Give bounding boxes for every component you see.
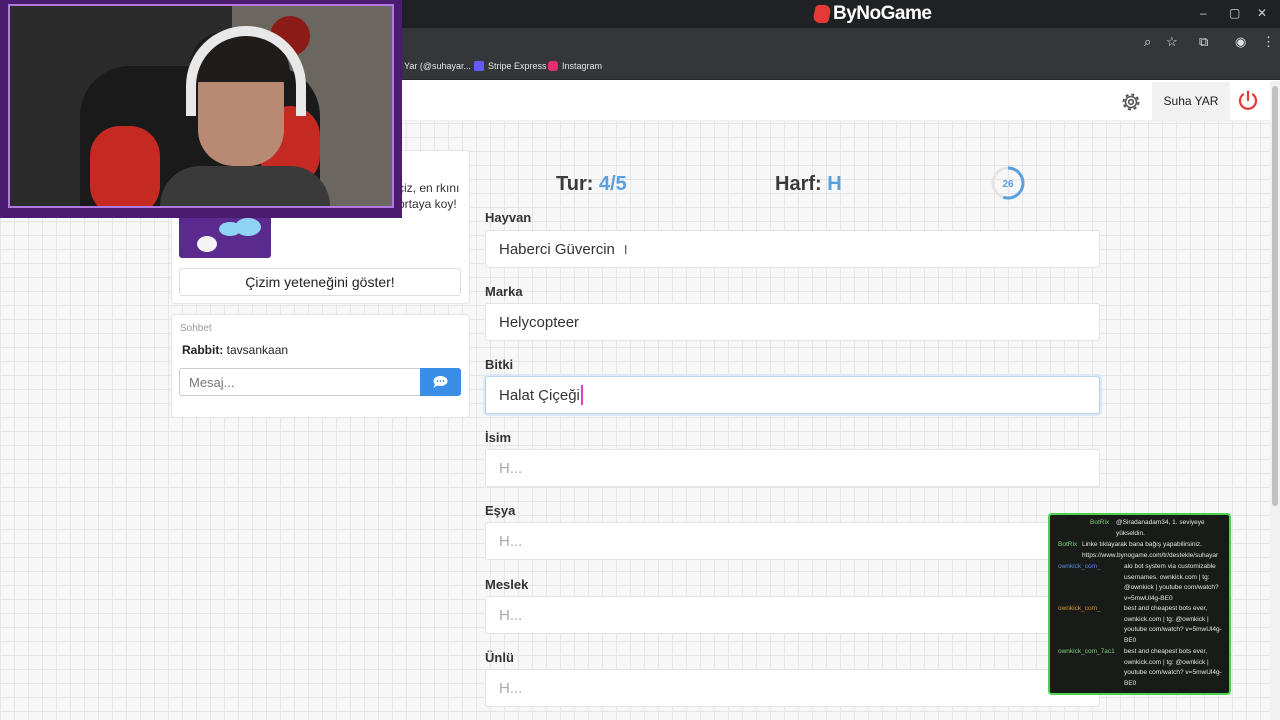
promo-text: çiz, en rkını ortaya koy! — [398, 181, 460, 211]
round-label: Tur: — [556, 173, 594, 195]
bookmark-item[interactable]: Stripe Express — [474, 61, 547, 71]
stream-chat-overlay: BotRix @Siradanadam34, 1. seviyeye yükse… — [1048, 513, 1231, 695]
letter-indicator: Harf: H — [775, 173, 842, 196]
field-label-bitki: Bitki — [485, 357, 514, 372]
text-caret — [580, 385, 583, 405]
chat-username: Rabbit: — [182, 343, 224, 357]
chat-message: Rabbit: tavsankaan — [182, 343, 288, 357]
stream-chat-text: best and cheapest bots ever, ownkick.com… — [1124, 605, 1222, 644]
field-input-unlu[interactable]: H... — [485, 669, 1100, 707]
bookmark-item[interactable]: Yar (@suhayar... — [404, 61, 471, 71]
power-icon[interactable] — [1236, 89, 1260, 113]
field-input-isim[interactable]: H... — [485, 449, 1100, 487]
field-label-esya: Eşya — [485, 503, 516, 518]
field-placeholder: H... — [499, 532, 523, 550]
field-placeholder: H... — [499, 606, 523, 624]
chat-bubble-icon — [433, 376, 448, 388]
stream-chat-user: ownkick_com_ — [1058, 605, 1101, 612]
field-label-isim: İsim — [485, 430, 512, 445]
timer-value: 26 — [1002, 179, 1014, 190]
close-window-button[interactable]: ✕ — [1257, 6, 1267, 20]
bynogame-logo-icon — [812, 5, 832, 23]
user-menu-button[interactable]: Suha YAR — [1152, 82, 1230, 120]
field-label-hayvan: Hayvan — [485, 210, 532, 225]
draw-skill-label: Çizim yeteneğini göster! — [245, 274, 395, 290]
user-name: Suha YAR — [1163, 94, 1219, 108]
field-value: Haberci Güvercin — [499, 240, 615, 258]
instagram-icon — [548, 61, 558, 71]
brand-name: ByNoGame — [833, 3, 932, 24]
text-cursor-icon: I — [623, 241, 628, 257]
round-value: 4/5 — [598, 173, 627, 195]
stream-chat-user: ownkick_com_7ac1 — [1058, 648, 1115, 655]
field-input-bitki[interactable]: Halat Çiçeği — [485, 376, 1100, 414]
chat-title: Sohbet — [180, 323, 212, 334]
stream-chat-user: BotRix — [1090, 519, 1110, 526]
bookmark-label: Instagram — [562, 61, 603, 71]
field-input-marka[interactable]: Helycopteer — [485, 303, 1100, 341]
webcam-overlay — [0, 0, 402, 218]
stream-chat-user: ownkick_com_ — [1058, 563, 1101, 570]
stream-chat-user: BotRix — [1058, 541, 1078, 548]
webcam-video — [8, 4, 394, 208]
star-icon[interactable]: ☆ — [1166, 34, 1178, 50]
promo-image — [179, 214, 271, 258]
extensions-icon[interactable]: ⧉ — [1199, 34, 1208, 50]
countdown-timer: 26 — [991, 166, 1025, 200]
stream-chat-text: alo bot system via customizable username… — [1124, 563, 1219, 602]
field-label-meslek: Meslek — [485, 577, 529, 592]
field-input-esya[interactable]: H... — [485, 522, 1100, 560]
draw-skill-button[interactable]: Çizim yeteneğini göster! — [179, 268, 461, 296]
stripe-icon — [474, 61, 484, 71]
bookmark-item[interactable]: Instagram — [548, 61, 602, 71]
profile-icon[interactable]: ◉ — [1235, 34, 1246, 50]
chat-text: tavsankaan — [226, 343, 289, 357]
bookmark-label: Stripe Express — [488, 61, 547, 71]
stream-chat-text: best and cheapest bots ever, ownkick.com… — [1124, 648, 1222, 687]
maximize-button[interactable]: ▢ — [1229, 6, 1240, 20]
bynogame-logo[interactable]: ByNoGame — [812, 3, 932, 25]
minimize-button[interactable]: – — [1200, 6, 1207, 20]
zoom-icon[interactable]: ⌕ — [1144, 34, 1151, 50]
field-value: Halat Çiçeği — [499, 386, 580, 404]
letter-label: Harf: — [775, 173, 822, 195]
chat-message-input[interactable] — [179, 368, 421, 396]
chat-card — [171, 314, 470, 418]
field-input-meslek[interactable]: H... — [485, 596, 1100, 634]
field-placeholder: H... — [499, 679, 523, 697]
round-indicator: Tur: 4/5 — [556, 173, 627, 196]
field-label-unlu: Ünlü — [485, 650, 514, 665]
field-label-marka: Marka — [485, 284, 523, 299]
menu-icon[interactable]: ⋮ — [1262, 34, 1275, 50]
letter-value: H — [827, 173, 842, 195]
gear-icon[interactable] — [1119, 90, 1143, 114]
bookmark-label: Yar (@suhayar... — [404, 61, 471, 71]
scrollbar-thumb[interactable] — [1272, 86, 1278, 506]
field-value: Helycopteer — [499, 313, 580, 331]
stream-chat-text: @Siradanadam34, 1. seviyeye yükseldin. — [1116, 519, 1205, 537]
stream-chat-text: Linke tıklayarak bana bağış yapabilirsin… — [1082, 541, 1219, 559]
chat-send-button[interactable] — [420, 368, 461, 396]
field-placeholder: H... — [499, 459, 523, 477]
field-input-hayvan[interactable]: Haberci Güvercin I — [485, 230, 1100, 268]
